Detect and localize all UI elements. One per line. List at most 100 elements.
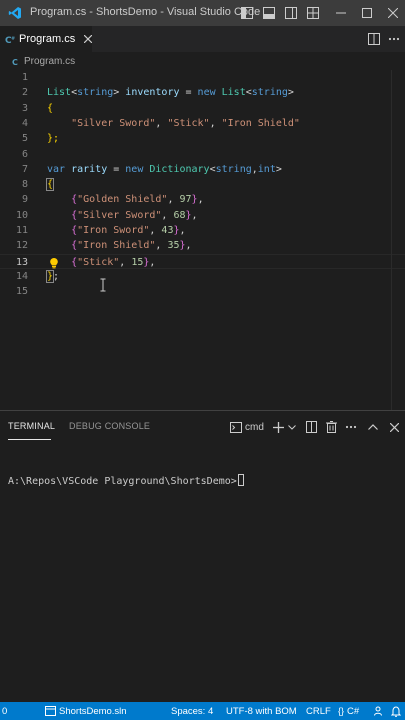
split-editor-icon[interactable]	[366, 31, 382, 47]
code-token: Dictionary	[149, 163, 210, 175]
terminal-output[interactable]: A:\Repos\VSCode Playground\ShortsDemo>	[8, 474, 244, 487]
line-number: 9	[21, 194, 28, 206]
trash-icon[interactable]	[324, 419, 338, 435]
code-token: var	[47, 163, 66, 175]
line-number: 15	[15, 286, 28, 298]
terminal-prompt: A:\Repos\VSCode Playground\ShortsDemo>	[8, 476, 237, 487]
solution-name: ShortsDemo.sln	[59, 705, 127, 717]
encoding-setting[interactable]: UTF-8 with BOM	[226, 702, 297, 720]
maximize-icon[interactable]	[354, 0, 380, 26]
new-terminal-icon[interactable]	[272, 419, 285, 435]
code-token: string	[251, 87, 288, 99]
title-bar: Program.cs - ShortsDemo - Visual Studio …	[0, 0, 405, 26]
code-line[interactable]: 1	[0, 70, 405, 85]
toggle-panel-icon[interactable]	[258, 0, 280, 26]
code-line[interactable]: 10 {"Silver Sword", 68},	[0, 208, 405, 223]
feedback-icon[interactable]	[374, 702, 385, 720]
code-token: ,	[149, 256, 156, 268]
notifications-bell-icon[interactable]	[391, 702, 401, 720]
minimize-icon[interactable]	[328, 0, 354, 26]
code-token: "Silver Sword"	[71, 117, 156, 129]
tab-program-cs[interactable]: C # Program.cs	[0, 26, 92, 52]
close-window-icon[interactable]	[380, 0, 405, 26]
code-line[interactable]: 12 {"Iron Shield", 35},	[0, 238, 405, 253]
code-line-current[interactable]: 13 {"Stick", 15},	[0, 253, 405, 269]
code-token: ,	[197, 194, 204, 206]
code-token: >	[275, 163, 282, 175]
bottom-panel: TERMINAL DEBUG CONSOLE cmd A:\Repos\VSCo…	[0, 410, 405, 702]
code-token: "Golden Shield"	[77, 194, 168, 206]
braces-icon: {}	[338, 706, 345, 716]
code-line[interactable]: 8{	[0, 177, 405, 192]
split-terminal-icon[interactable]	[304, 419, 318, 435]
vscode-logo-icon[interactable]	[8, 6, 22, 20]
close-panel-icon[interactable]	[387, 419, 401, 435]
line-number: 1	[21, 72, 28, 83]
code-line[interactable]: 5};	[0, 131, 405, 146]
code-token: =	[179, 87, 198, 99]
solution-explorer-item[interactable]: ShortsDemo.sln	[45, 702, 127, 720]
shell-label: cmd	[245, 421, 264, 433]
code-token: "Iron Shield"	[77, 240, 156, 252]
breadcrumb[interactable]: C Program.cs	[0, 52, 405, 70]
line-number: 11	[15, 225, 28, 236]
code-line[interactable]: 14};	[0, 269, 405, 284]
code-token: ,	[185, 240, 192, 252]
svg-text:#: #	[11, 36, 15, 42]
language-mode[interactable]: {} C#	[338, 702, 359, 720]
code-token: ,	[149, 225, 162, 236]
code-token: ;	[53, 270, 60, 282]
chevron-down-icon[interactable]	[287, 419, 296, 435]
code-line[interactable]: 15	[0, 284, 405, 299]
toggle-primary-sidebar-icon[interactable]	[236, 0, 258, 26]
terminal-shell-selector[interactable]: cmd	[230, 419, 264, 435]
line-number: 2	[21, 87, 28, 99]
code-editor[interactable]: 1 2 List<string> inventory = new List<str…	[0, 70, 405, 410]
code-token: ,	[191, 209, 198, 221]
code-token: int	[257, 163, 276, 175]
indentation-setting[interactable]: Spaces: 4	[171, 702, 213, 720]
code-token: rarity	[71, 163, 108, 175]
problems-count[interactable]: 0	[2, 702, 7, 720]
code-token: "Stick"	[167, 117, 210, 129]
more-actions-icon[interactable]	[386, 31, 402, 47]
toggle-secondary-sidebar-icon[interactable]	[280, 0, 302, 26]
code-token: "Iron Shield"	[221, 117, 300, 129]
code-line[interactable]: 2 List<string> inventory = new List<strin…	[0, 85, 405, 100]
tab-debug-console[interactable]: DEBUG CONSOLE	[69, 421, 150, 431]
code-line[interactable]: 11 {"Iron Sword", 43},	[0, 223, 405, 238]
line-ending-setting[interactable]: CRLF	[306, 702, 331, 720]
code-token: ,	[155, 240, 168, 252]
code-token: {	[45, 178, 55, 192]
close-tab-icon[interactable]	[83, 33, 92, 45]
line-number: 7	[21, 163, 28, 175]
code-line[interactable]: 4 "Silver Sword", "Stick", "Iron Shield"	[0, 116, 405, 131]
csharp-file-icon: C	[12, 57, 21, 66]
code-token: 35	[167, 240, 180, 252]
breadcrumb-file[interactable]: Program.cs	[24, 56, 75, 67]
code-token: string	[215, 163, 252, 175]
terminal-cursor	[237, 474, 244, 486]
code-token: List	[221, 87, 246, 99]
tab-terminal[interactable]: TERMINAL	[8, 421, 55, 431]
code-line[interactable]: 3{	[0, 101, 405, 116]
maximize-panel-icon[interactable]	[366, 419, 380, 435]
terminal-cmd-icon	[230, 421, 242, 433]
more-actions-icon[interactable]	[344, 419, 358, 435]
code-line[interactable]: 6	[0, 147, 405, 162]
code-token: ,	[167, 194, 180, 206]
editor-scrollbar[interactable]	[391, 70, 405, 410]
customize-layout-icon[interactable]	[302, 0, 324, 26]
solution-icon	[45, 706, 56, 716]
code-token: ,	[179, 225, 186, 236]
code-token: new	[125, 163, 144, 175]
code-token: "Silver Sword"	[77, 209, 162, 221]
code-token: ,	[209, 117, 222, 129]
code-line[interactable]: 7 var rarity = new Dictionary<string,int>	[0, 162, 405, 177]
code-line[interactable]: 9 {"Golden Shield", 97},	[0, 192, 405, 207]
tab-label: Program.cs	[19, 33, 76, 45]
language-label: C#	[347, 705, 360, 717]
